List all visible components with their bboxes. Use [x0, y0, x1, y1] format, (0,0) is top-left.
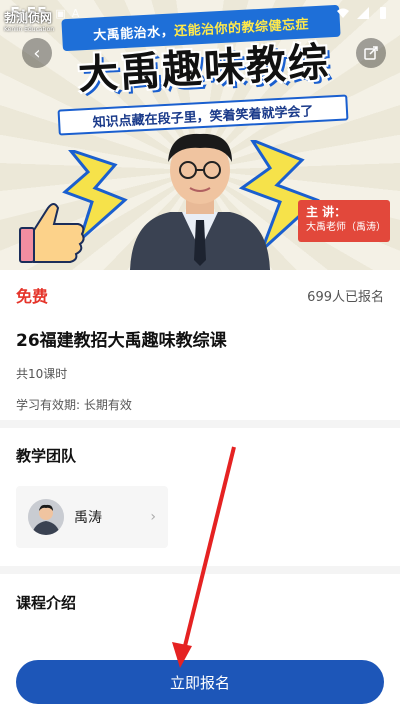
battery-icon	[380, 7, 386, 19]
teacher-portrait	[130, 133, 270, 270]
course-banner: 5:55 ▣ A 勃测侦网 Kenlin Education ‹ 大禹能治水， …	[0, 0, 400, 270]
thumbs-up-icon	[19, 203, 85, 263]
lecturer-label: 主 讲：	[306, 205, 347, 219]
avatar	[28, 499, 64, 535]
chevron-left-icon: ‹	[33, 42, 41, 64]
status-bar: 5:55 ▣ A	[0, 0, 400, 26]
share-button[interactable]	[356, 38, 386, 68]
teacher-card[interactable]: 禹涛 ›	[16, 486, 168, 548]
wifi-icon	[337, 8, 349, 18]
chevron-right-icon: ›	[150, 509, 156, 525]
notification-app-icon: ▣	[55, 6, 66, 20]
brand-name: 勃测侦网	[4, 11, 53, 25]
price-label: 免费	[16, 287, 49, 306]
course-intro-heading: 课程介绍	[16, 594, 77, 612]
teaching-team-heading: 教学团队	[16, 447, 77, 465]
enroll-button[interactable]: 立即报名	[16, 660, 384, 704]
course-title: 26福建教招大禹趣味教综课	[16, 331, 227, 351]
enroll-count: 699人已报名	[307, 289, 384, 305]
price-row: 免费 699人已报名	[16, 284, 384, 306]
signal-icon	[357, 7, 369, 19]
notification-a-icon: A	[71, 6, 80, 20]
teacher-name: 禹涛	[74, 510, 102, 526]
lecturer-name: 大禹老师（禹涛）	[306, 222, 386, 233]
lecturer-tag: 主 讲： 大禹老师（禹涛）	[298, 200, 390, 242]
section-divider	[0, 566, 400, 574]
lesson-count: 共10课时	[16, 367, 68, 381]
teacher-avatar-icon	[28, 499, 64, 535]
section-divider	[0, 420, 400, 428]
share-icon	[364, 46, 378, 60]
brand-subname: Kenlin Education	[4, 26, 55, 33]
back-button[interactable]: ‹	[22, 38, 52, 68]
validity-period: 学习有效期: 长期有效	[16, 398, 132, 412]
brand-logo: 勃测侦网 Kenlin Education	[4, 12, 54, 36]
course-info: 免费 699人已报名 26福建教招大禹趣味教综课 共10课时 学习有效期: 长期…	[0, 270, 400, 413]
